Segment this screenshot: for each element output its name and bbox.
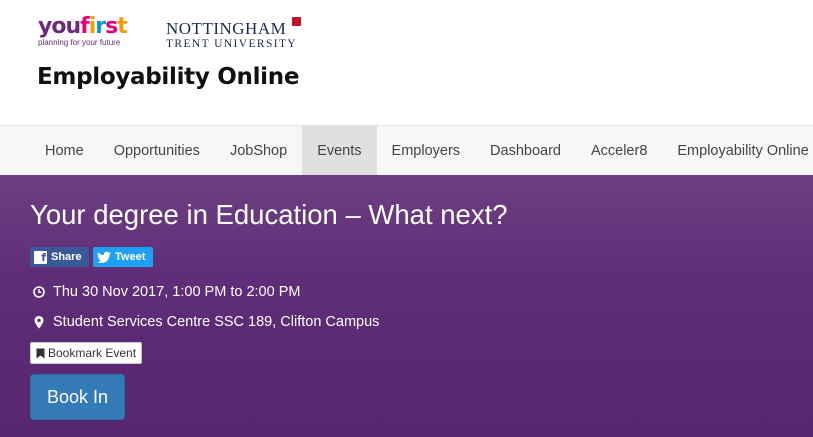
youfirst-logo[interactable]: youfirst planning for your future — [38, 14, 128, 47]
facebook-share-label: Share — [51, 251, 82, 263]
site-title[interactable]: Employability Online — [37, 64, 299, 90]
ntu-logo[interactable]: NOTTINGHAM TRENT UNIVERSITY — [166, 19, 298, 51]
main-nav: Home Opportunities JobShop Events Employ… — [0, 125, 813, 176]
nav-item-dashboard[interactable]: Dashboard — [475, 126, 576, 176]
nav-item-events[interactable]: Events — [302, 126, 377, 176]
bookmark-icon — [36, 348, 45, 358]
bookmark-event-button[interactable]: Bookmark Event — [30, 342, 143, 364]
event-title: Your degree in Education – What next? — [30, 199, 508, 230]
facebook-icon: f — [34, 250, 47, 264]
nav-item-jobshop[interactable]: JobShop — [215, 126, 302, 176]
tweet-button[interactable]: Tweet — [93, 247, 153, 267]
twitter-icon — [97, 251, 111, 263]
event-location-text: Student Services Centre SSC 189, Clifton… — [53, 314, 380, 330]
tweet-label: Tweet — [115, 251, 146, 263]
event-hero: Your degree in Education – What next? f … — [0, 175, 813, 437]
nav-item-home[interactable]: Home — [30, 126, 99, 176]
ntu-crest-icon — [292, 17, 301, 26]
share-buttons: f Share Tweet — [30, 247, 153, 267]
book-in-button[interactable]: Book In — [30, 374, 125, 420]
event-datetime: Thu 30 Nov 2017, 1:00 PM to 2:00 PM — [33, 284, 300, 300]
map-marker-icon — [34, 315, 44, 329]
ntu-logo-line1: NOTTINGHAM — [166, 19, 287, 38]
nav-item-opportunities[interactable]: Opportunities — [99, 126, 215, 176]
nav-item-employability-online[interactable]: Employability Online — [662, 126, 813, 176]
event-location: Student Services Centre SSC 189, Clifton… — [33, 314, 379, 330]
nav-item-acceler8[interactable]: Acceler8 — [576, 126, 662, 176]
bookmark-event-label: Bookmark Event — [48, 346, 137, 360]
ntu-logo-line2: TRENT UNIVERSITY — [166, 38, 298, 50]
event-datetime-text: Thu 30 Nov 2017, 1:00 PM to 2:00 PM — [53, 284, 301, 300]
site-header: youfirst planning for your future NOTTIN… — [0, 0, 813, 125]
youfirst-tagline: planning for your future — [38, 38, 121, 47]
clock-icon — [33, 286, 45, 298]
facebook-share-button[interactable]: f Share — [30, 247, 89, 267]
nav-item-employers[interactable]: Employers — [377, 126, 476, 176]
